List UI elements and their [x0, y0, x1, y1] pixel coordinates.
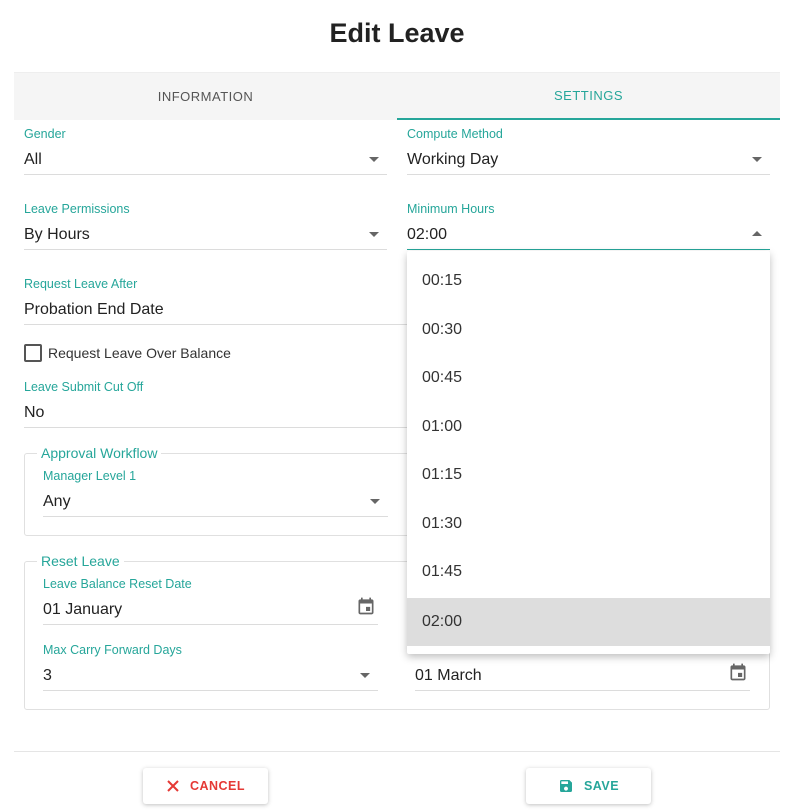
option-00-30[interactable]: 00:30 [407, 306, 770, 354]
leave-permissions-value[interactable]: By Hours [24, 220, 387, 250]
save-label: SAVE [583, 779, 620, 793]
minimum-hours-label: Minimum Hours [407, 202, 495, 216]
chevron-down-icon [369, 157, 379, 162]
minimum-hours-select[interactable]: Minimum Hours 02:00 [407, 202, 770, 252]
save-icon [559, 780, 572, 792]
save-button[interactable]: SAVE [526, 768, 651, 804]
over-balance-label: Request Leave Over Balance [48, 345, 231, 361]
tab-bar: INFORMATION SETTINGS [14, 72, 780, 120]
chevron-down-icon [369, 232, 379, 237]
max-carry-forward-value[interactable]: 3 [43, 661, 378, 691]
minimum-hours-value[interactable]: 02:00 [407, 220, 770, 250]
close-icon [167, 780, 179, 792]
option-01-15[interactable]: 01:15 [407, 451, 770, 499]
gender-label: Gender [24, 127, 66, 141]
manager-level-1-value[interactable]: Any [43, 487, 388, 517]
chevron-down-icon [370, 499, 380, 504]
compute-method-value[interactable]: Working Day [407, 145, 770, 175]
compute-method-select[interactable]: Compute Method Working Day [407, 127, 770, 177]
dialog-title: Edit Leave [329, 18, 465, 48]
compute-method-label: Compute Method [407, 127, 503, 141]
minimum-hours-dropdown: 00:15 00:30 00:45 01:00 01:15 01:30 01:4… [407, 251, 770, 654]
over-balance-row: Request Leave Over Balance [24, 344, 231, 362]
leave-permissions-select[interactable]: Leave Permissions By Hours [24, 202, 387, 252]
request-leave-after-label: Request Leave After [24, 277, 138, 291]
calendar-icon[interactable] [356, 596, 376, 616]
chevron-down-icon [752, 157, 762, 162]
gender-select[interactable]: Gender All [24, 127, 387, 177]
submit-cut-off-label: Leave Submit Cut Off [24, 380, 144, 394]
cancel-label: CANCEL [189, 779, 246, 793]
reset-date-label: Leave Balance Reset Date [43, 577, 192, 591]
option-02-00[interactable]: 02:00 [407, 598, 770, 646]
chevron-up-icon [752, 231, 762, 236]
max-carry-forward-select[interactable]: Max Carry Forward Days 3 [43, 643, 378, 693]
footer-divider [14, 751, 780, 752]
manager-level-1-label: Manager Level 1 [43, 469, 137, 483]
leave-permissions-label: Leave Permissions [24, 202, 130, 216]
option-01-00[interactable]: 01:00 [407, 403, 770, 451]
cancel-button[interactable]: CANCEL [143, 768, 268, 804]
option-01-30[interactable]: 01:30 [407, 500, 770, 548]
max-carry-forward-label: Max Carry Forward Days [43, 643, 182, 657]
expiry-date-value[interactable]: 01 March [415, 661, 750, 691]
approval-workflow-legend: Approval Workflow [37, 445, 162, 461]
reset-leave-legend: Reset Leave [37, 553, 124, 569]
option-01-45[interactable]: 01:45 [407, 548, 770, 596]
option-00-15[interactable]: 00:15 [407, 257, 770, 305]
tab-information[interactable]: INFORMATION [14, 73, 397, 120]
option-00-45[interactable]: 00:45 [407, 354, 770, 402]
manager-level-1-select[interactable]: Manager Level 1 Any [43, 469, 388, 519]
reset-date-picker[interactable]: Leave Balance Reset Date 01 January [43, 577, 378, 627]
gender-value[interactable]: All [24, 145, 387, 175]
tab-settings[interactable]: SETTINGS [397, 73, 780, 120]
calendar-icon[interactable] [728, 662, 748, 682]
chevron-down-icon [360, 673, 370, 678]
over-balance-checkbox[interactable] [24, 344, 42, 362]
reset-date-value[interactable]: 01 January [43, 595, 378, 625]
